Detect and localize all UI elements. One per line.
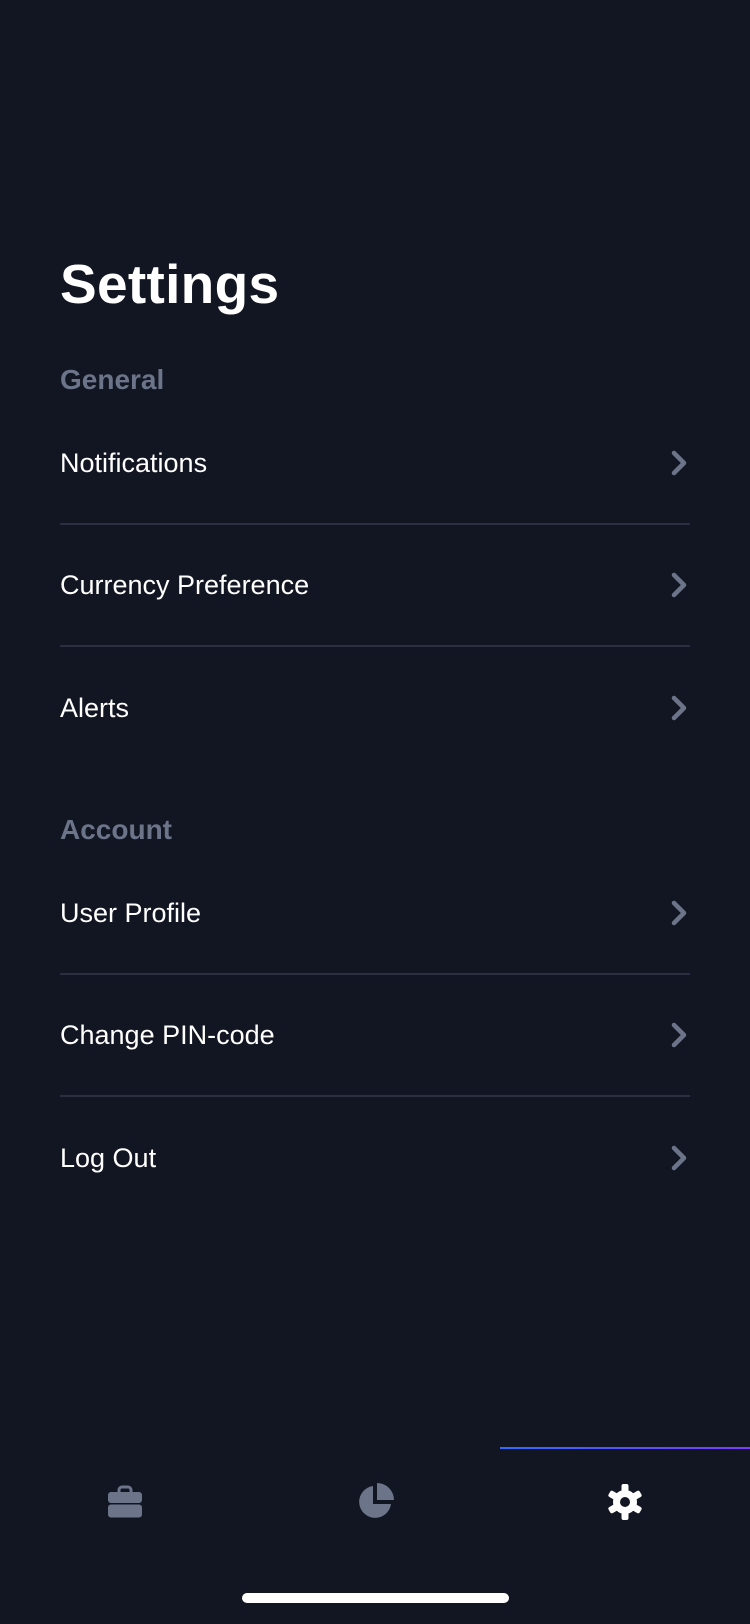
- settings-item-user-profile[interactable]: User Profile: [60, 853, 690, 975]
- settings-item-label: Currency Preference: [60, 570, 310, 600]
- chevron-right-icon: [668, 1143, 690, 1173]
- chevron-right-icon: [668, 693, 690, 723]
- settings-item-change-pin-code[interactable]: Change PIN-code: [60, 975, 690, 1097]
- section-title-account: Account: [60, 814, 172, 845]
- chevron-right-icon: [668, 448, 690, 478]
- settings-item-log-out[interactable]: Log Out: [60, 1097, 690, 1219]
- tab-portfolio[interactable]: [0, 1449, 250, 1559]
- settings-item-label: Alerts: [60, 693, 130, 723]
- chevron-right-icon: [668, 1020, 690, 1050]
- settings-item-alerts[interactable]: Alerts: [60, 647, 690, 769]
- tab-bar: [0, 1449, 750, 1559]
- tab-analytics[interactable]: [250, 1449, 500, 1559]
- settings-item-label: Notifications: [60, 448, 208, 478]
- page-title: Settings: [60, 253, 280, 315]
- gear-icon: [606, 1483, 644, 1526]
- tab-settings[interactable]: [500, 1449, 750, 1559]
- briefcase-icon: [107, 1485, 143, 1524]
- settings-item-currency-preference[interactable]: Currency Preference: [60, 525, 690, 647]
- settings-item-label: User Profile: [60, 898, 202, 928]
- section-title-general: General: [60, 364, 165, 395]
- chevron-right-icon: [668, 570, 690, 600]
- chevron-right-icon: [668, 898, 690, 928]
- pie-chart-icon: [355, 1482, 395, 1527]
- settings-item-label: Log Out: [60, 1143, 157, 1173]
- settings-item-notifications[interactable]: Notifications: [60, 403, 690, 525]
- settings-item-label: Change PIN-code: [60, 1020, 275, 1050]
- home-indicator[interactable]: [242, 1593, 509, 1603]
